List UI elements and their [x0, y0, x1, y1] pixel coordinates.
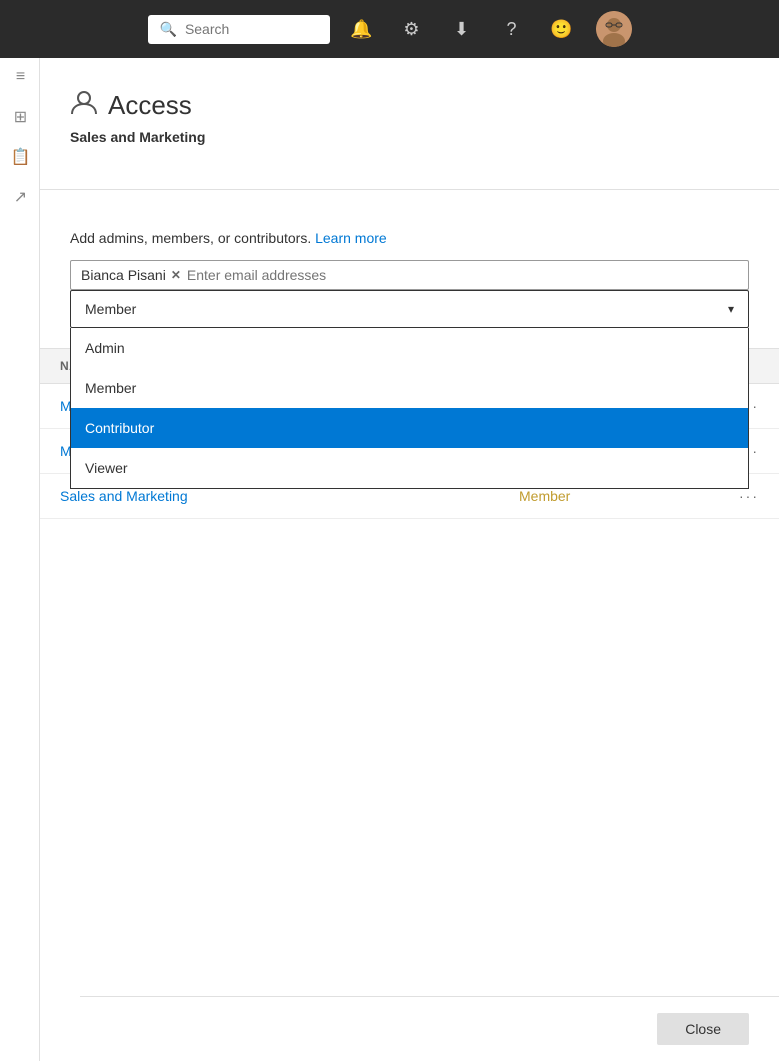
page-title: Access: [108, 90, 192, 121]
avatar-image: [596, 11, 632, 47]
panel-body: Add admins, members, or contributors. Le…: [40, 210, 779, 348]
top-nav-bar: 🔍 🔔 ⚙ ⬇ ? 🙂: [0, 0, 779, 58]
tag-label: Bianca Pisani: [81, 267, 166, 283]
row-permission-sales: Member: [519, 488, 719, 504]
tag-close-icon[interactable]: ✕: [171, 268, 181, 282]
close-button[interactable]: Close: [657, 1013, 749, 1045]
role-dropdown-selected[interactable]: Member ▾: [70, 290, 749, 328]
dropdown-item-viewer[interactable]: Viewer: [71, 448, 748, 488]
avatar[interactable]: [596, 11, 632, 47]
email-input-row[interactable]: Bianca Pisani ✕: [70, 260, 749, 290]
sidebar-nav-item-3[interactable]: 📋: [0, 138, 38, 176]
main-content: Access Sales and Marketing Add admins, m…: [40, 58, 779, 1061]
sidebar-strip: ≡ ⊞ 📋 ↗: [0, 58, 40, 1061]
divider: [40, 189, 779, 190]
learn-more-link[interactable]: Learn more: [315, 230, 387, 246]
row-name-sales[interactable]: Sales and Marketing: [60, 488, 519, 504]
sidebar-nav-item-4[interactable]: ↗: [0, 178, 38, 216]
search-box[interactable]: 🔍: [148, 15, 330, 44]
access-panel-header: Access Sales and Marketing: [40, 58, 779, 189]
dropdown-item-member[interactable]: Member: [71, 368, 748, 408]
bell-icon[interactable]: 🔔: [346, 13, 378, 45]
chevron-down-icon: ▾: [728, 302, 734, 316]
page-subtitle: Sales and Marketing: [70, 129, 749, 145]
email-tag: Bianca Pisani ✕: [81, 267, 181, 283]
nav-icons: 🔔 ⚙ ⬇ ? 🙂: [346, 11, 632, 47]
gear-icon[interactable]: ⚙: [396, 13, 428, 45]
role-dropdown-container: Member ▾ Admin Member Contributor Viewer: [70, 290, 749, 328]
download-icon[interactable]: ⬇: [446, 13, 478, 45]
sidebar-nav-item-1[interactable]: ≡: [0, 58, 38, 96]
dropdown-item-admin[interactable]: Admin: [71, 328, 748, 368]
person-icon: [70, 88, 98, 123]
row-actions-sales[interactable]: ···: [719, 488, 759, 504]
search-input[interactable]: [185, 21, 318, 37]
email-field[interactable]: [187, 267, 738, 283]
search-icon: 🔍: [160, 21, 177, 38]
feedback-icon[interactable]: 🙂: [546, 13, 578, 45]
access-title-row: Access: [70, 88, 749, 123]
dropdown-selected-label: Member: [85, 301, 136, 317]
add-description: Add admins, members, or contributors. Le…: [70, 230, 749, 246]
role-dropdown-list: Admin Member Contributor Viewer: [70, 328, 749, 489]
sidebar-nav-item-2[interactable]: ⊞: [0, 98, 38, 136]
help-icon[interactable]: ?: [496, 13, 528, 45]
dropdown-item-contributor[interactable]: Contributor: [71, 408, 748, 448]
panel-footer: Close: [80, 996, 779, 1061]
